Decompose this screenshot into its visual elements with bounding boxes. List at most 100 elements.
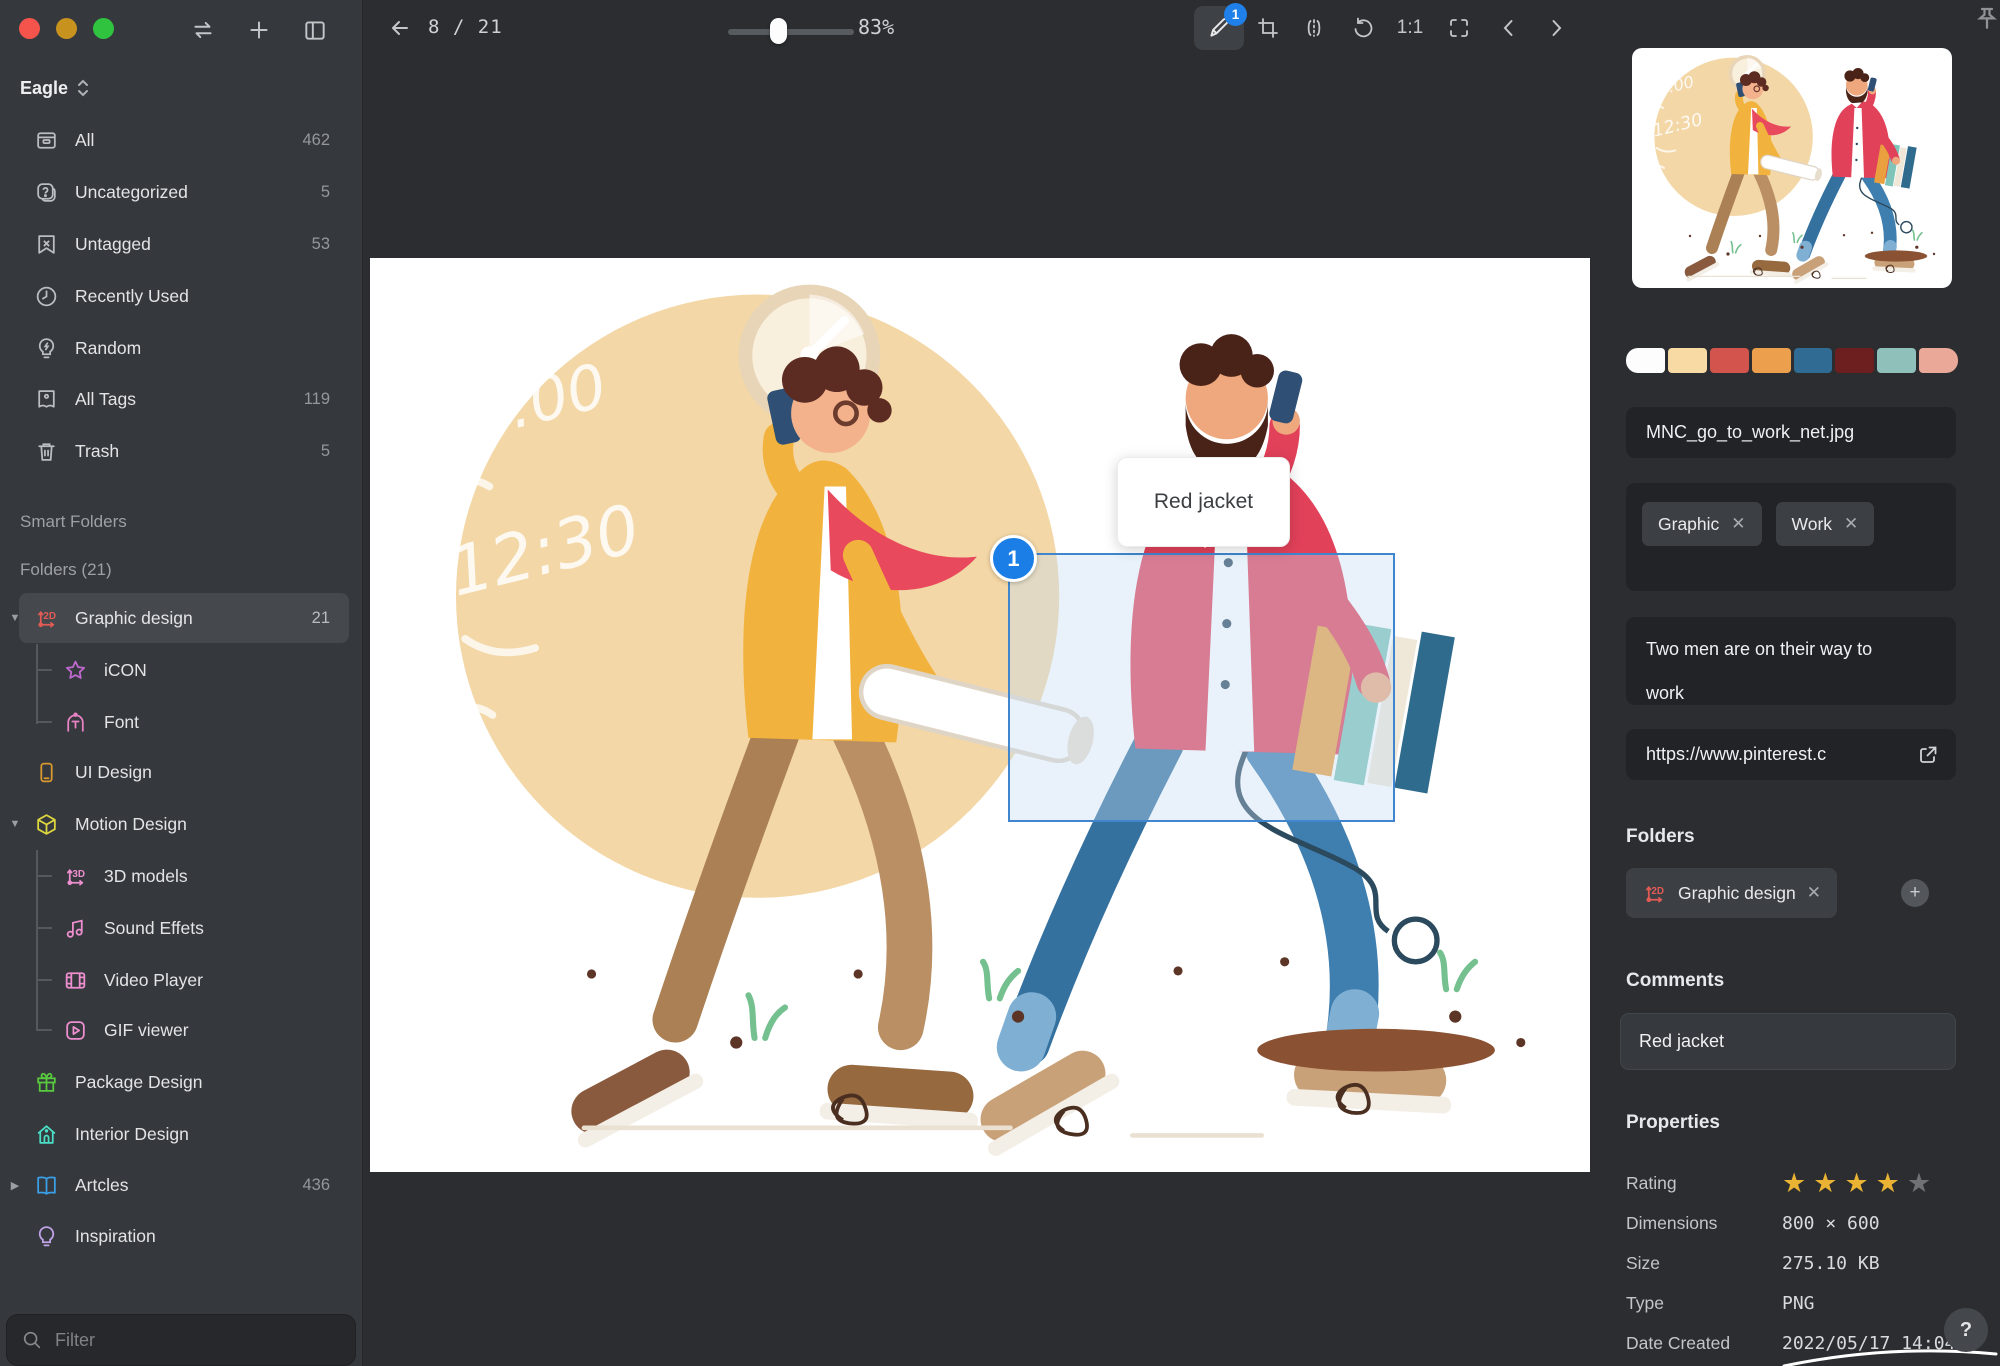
folder-label: 3D models <box>104 866 188 887</box>
next-icon[interactable] <box>1538 10 1574 46</box>
pin-icon[interactable] <box>1972 4 2000 34</box>
annotate-button[interactable]: 1 <box>1194 6 1244 50</box>
palette-swatch[interactable] <box>1794 348 1833 373</box>
toggle-sidebar-icon[interactable] <box>298 13 332 47</box>
annotation-region[interactable] <box>1008 553 1395 822</box>
tags-field[interactable]: Graphic ✕ Work ✕ <box>1626 483 1956 591</box>
property-value: 275.10 KB <box>1782 1253 1880 1274</box>
folder-item-gif-viewer[interactable]: GIF viewer <box>0 1004 363 1056</box>
sidebar-item-all[interactable]: All 462 <box>0 114 363 166</box>
sidebar-item-uncategorized[interactable]: Uncategorized 5 <box>0 166 363 218</box>
smart-folders-heading[interactable]: Smart Folders <box>20 502 127 542</box>
url-field[interactable]: https://www.pinterest.c <box>1626 729 1956 780</box>
sidebar-item-trash[interactable]: Trash 5 <box>0 425 363 477</box>
expand-arrow-icon[interactable]: ▶ <box>8 1179 22 1192</box>
folder-item-ui-design[interactable]: UI Design <box>0 746 363 798</box>
external-link-icon[interactable] <box>1916 743 1940 767</box>
add-folder-button[interactable]: + <box>1901 879 1929 907</box>
folder-item-motion-design[interactable]: ▼ Motion Design <box>0 798 363 850</box>
palette-swatch[interactable] <box>1626 348 1665 373</box>
crop-icon[interactable] <box>1250 10 1286 46</box>
folders-section-heading: Folders <box>1626 826 1695 848</box>
folders-heading[interactable]: Folders (21) <box>20 550 112 590</box>
palette-swatch[interactable] <box>1919 348 1958 373</box>
image-thumbnail[interactable] <box>1632 48 1952 288</box>
star-icon[interactable]: ★ <box>1907 1170 1931 1197</box>
folder-item-sound-effets[interactable]: Sound Effets <box>0 902 363 954</box>
sidebar-item-random[interactable]: Random <box>0 322 363 374</box>
zoom-slider[interactable] <box>728 29 854 35</box>
folder-item-package-design[interactable]: Package Design <box>0 1056 363 1108</box>
folder-chip-label: Graphic design <box>1678 883 1796 904</box>
help-button[interactable]: ? <box>1944 1308 1988 1352</box>
folder-label: Interior Design <box>75 1124 189 1145</box>
palette-swatch[interactable] <box>1877 348 1916 373</box>
gift-icon <box>33 1069 59 1095</box>
folder-item-artcles[interactable]: ▶ Artcles 436 <box>0 1159 363 1211</box>
remove-folder-icon[interactable]: ✕ <box>1807 883 1821 903</box>
folder-item-video-player[interactable]: Video Player <box>0 954 363 1006</box>
folder-item-3d-models[interactable]: 3D 3D models <box>0 850 363 902</box>
annotation-marker[interactable]: 1 <box>990 535 1037 582</box>
back-icon[interactable] <box>382 10 418 46</box>
property-row-rating: Rating ★★★★★ <box>1626 1168 2000 1198</box>
palette-swatch[interactable] <box>1752 348 1791 373</box>
remove-tag-icon[interactable]: ✕ <box>1731 514 1745 534</box>
star-icon[interactable]: ★ <box>1876 1170 1900 1197</box>
book-icon <box>33 1172 59 1198</box>
sidebar-item-all-tags[interactable]: All Tags 119 <box>0 373 363 425</box>
sidebar-item-untagged[interactable]: Untagged 53 <box>0 218 363 270</box>
folder-item-graphic-design[interactable]: ▼ 2D Graphic design 21 <box>0 592 363 644</box>
description-field[interactable]: Two men are on their way to work <box>1626 617 1956 705</box>
close-window-button[interactable] <box>19 18 40 39</box>
folder-item-icon[interactable]: iCON <box>0 644 363 696</box>
palette-swatch[interactable] <box>1710 348 1749 373</box>
palette-swatch[interactable] <box>1835 348 1874 373</box>
2d-design-icon: 2D <box>1642 881 1667 906</box>
sidebar-item-recently-used[interactable]: Recently Used <box>0 270 363 322</box>
folder-item-font[interactable]: Font <box>0 696 363 748</box>
zoom-window-button[interactable] <box>93 18 114 39</box>
url-text: https://www.pinterest.c <box>1646 744 1898 765</box>
folder-label: UI Design <box>75 762 152 783</box>
zoom-slider-thumb[interactable] <box>770 18 787 44</box>
rotate-icon[interactable] <box>1345 10 1381 46</box>
add-icon[interactable] <box>242 13 276 47</box>
sidebar-item-label: All Tags <box>75 389 136 410</box>
actual-size-button[interactable]: 1:1 <box>1392 10 1428 46</box>
previous-icon[interactable] <box>1491 10 1527 46</box>
property-row-dimensions: Dimensions 800 × 600 <box>1626 1208 2000 1238</box>
zoom-level: 83% <box>858 0 894 54</box>
folder-label: GIF viewer <box>104 1020 189 1041</box>
palette-swatch[interactable] <box>1668 348 1707 373</box>
star-icon[interactable]: ★ <box>1782 1170 1806 1197</box>
folder-chip[interactable]: 2D Graphic design ✕ <box>1626 868 1837 918</box>
fullscreen-icon[interactable] <box>1441 10 1477 46</box>
folder-count: 21 <box>312 609 330 628</box>
phone-icon <box>33 759 59 785</box>
folder-label: iCON <box>104 660 147 681</box>
folder-item-inspiration[interactable]: Inspiration <box>0 1210 363 1262</box>
sort-icon[interactable] <box>186 13 220 47</box>
minimize-window-button[interactable] <box>56 18 77 39</box>
item-count: 53 <box>312 235 330 254</box>
filter-input[interactable] <box>55 1330 295 1351</box>
tag-chip[interactable]: Graphic ✕ <box>1642 502 1762 546</box>
expand-arrow-icon[interactable]: ▼ <box>8 612 22 624</box>
sidebar-item-label: Recently Used <box>75 286 189 307</box>
comment-field[interactable]: Red jacket <box>1620 1013 1956 1070</box>
2d-design-icon: 2D <box>33 605 59 631</box>
star-icon[interactable]: ★ <box>1844 1170 1868 1197</box>
item-count: 5 <box>321 183 330 202</box>
remove-tag-icon[interactable]: ✕ <box>1844 514 1858 534</box>
tag-chip[interactable]: Work ✕ <box>1776 502 1875 546</box>
star-icon[interactable]: ★ <box>1813 1170 1837 1197</box>
folder-label: Motion Design <box>75 814 187 835</box>
expand-arrow-icon[interactable]: ▼ <box>8 818 22 830</box>
flip-icon[interactable] <box>1296 10 1332 46</box>
star-icon <box>62 657 88 683</box>
folder-item-interior-design[interactable]: Interior Design <box>0 1108 363 1160</box>
filename-field[interactable]: MNC_go_to_work_net.jpg <box>1626 407 1956 458</box>
property-label: Size <box>1626 1253 1776 1274</box>
library-switcher[interactable]: Eagle <box>20 68 90 108</box>
